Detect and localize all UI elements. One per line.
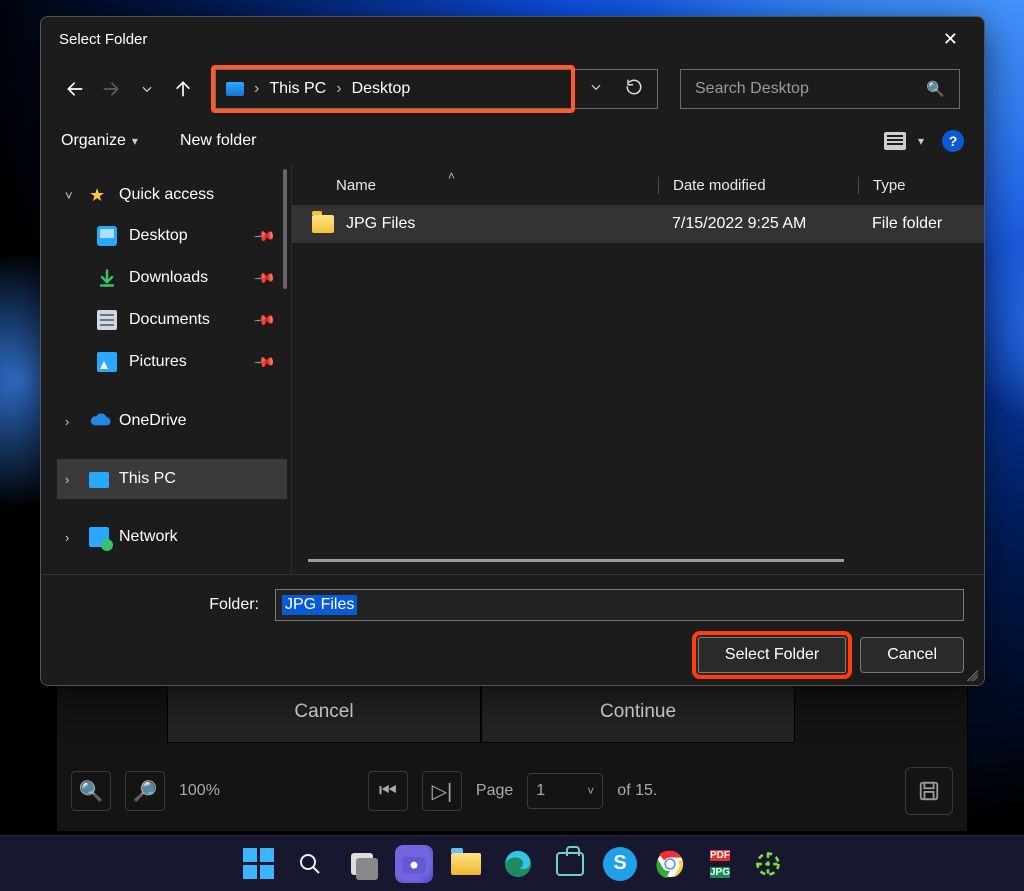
page-total: of 15. xyxy=(617,782,657,800)
cancel-button[interactable]: Cancel xyxy=(860,637,964,673)
address-dropdown-button[interactable] xyxy=(589,80,603,99)
file-explorer-icon[interactable] xyxy=(447,845,485,883)
save-button[interactable] xyxy=(905,767,953,815)
cloud-icon xyxy=(89,411,109,431)
toolbar: Organize▾ New folder ▾ ? xyxy=(41,117,984,165)
dialog-title: Select Folder xyxy=(59,31,147,48)
folder-label: Folder: xyxy=(61,596,261,614)
tree-quick-access[interactable]: ˅ ★ Quick access xyxy=(57,175,287,215)
file-type: File folder xyxy=(858,215,984,233)
file-list-pane: Name ˄ Date modified Type JPG Files 7/15… xyxy=(291,165,984,574)
header-date[interactable]: Date modified xyxy=(658,177,858,194)
address-bar-controls xyxy=(575,69,658,109)
header-name[interactable]: Name ˄ xyxy=(308,177,658,194)
header-type[interactable]: Type xyxy=(858,177,984,194)
nav-up-button[interactable] xyxy=(167,73,199,105)
star-icon: ★ xyxy=(89,185,109,205)
folder-value: JPG Files xyxy=(282,595,357,615)
title-bar[interactable]: Select Folder ✕ xyxy=(41,17,984,61)
network-icon xyxy=(89,527,109,547)
address-bar[interactable]: › This PC › Desktop xyxy=(215,69,571,109)
zoom-in-button[interactable]: 🔍 xyxy=(71,771,111,811)
under-cancel-button[interactable]: Cancel xyxy=(167,681,481,743)
pin-icon: 📌 xyxy=(252,266,276,290)
tree-desktop[interactable]: Desktop 📌 xyxy=(57,215,287,257)
monitor-icon xyxy=(89,472,109,488)
breadcrumb-highlight: › This PC › Desktop xyxy=(211,65,575,113)
folder-input[interactable]: JPG Files xyxy=(275,589,964,621)
file-row[interactable]: JPG Files 7/15/2022 9:25 AM File folder xyxy=(292,205,984,243)
close-icon[interactable]: ✕ xyxy=(935,25,966,54)
file-date: 7/15/2022 9:25 AM xyxy=(658,215,858,233)
chevron-right-icon: › xyxy=(254,80,259,98)
under-continue-button[interactable]: Continue xyxy=(481,681,795,743)
chevron-right-icon: › xyxy=(336,80,341,98)
tree-pictures[interactable]: Pictures 📌 xyxy=(57,341,287,383)
search-input[interactable]: Search Desktop 🔍 xyxy=(680,69,960,109)
thispc-icon xyxy=(226,82,244,96)
file-name: JPG Files xyxy=(346,215,415,233)
document-icon xyxy=(97,310,117,330)
first-page-button[interactable]: ⏮ xyxy=(368,771,408,811)
sort-asc-icon: ˄ xyxy=(448,169,455,183)
breadcrumb-current[interactable]: Desktop xyxy=(352,80,411,98)
edge-icon[interactable] xyxy=(499,845,537,883)
dialog-footer: Folder: JPG Files Select Folder Cancel xyxy=(41,574,984,685)
zoom-level: 100% xyxy=(179,782,220,800)
chevron-right-icon: › xyxy=(65,530,79,545)
pin-icon: 📌 xyxy=(252,350,276,374)
page-stepper[interactable]: 1˅ xyxy=(527,773,603,809)
page-label: Page xyxy=(476,782,513,800)
chevron-right-icon: › xyxy=(65,472,79,487)
horizontal-scrollbar[interactable] xyxy=(308,559,844,562)
nav-bar: › This PC › Desktop Search Desktop 🔍 xyxy=(41,61,984,117)
nav-recent-button[interactable] xyxy=(131,73,163,105)
tree-onedrive[interactable]: › OneDrive xyxy=(57,401,287,441)
search-placeholder: Search Desktop xyxy=(695,80,926,98)
desktop-icon xyxy=(97,226,117,246)
folder-icon xyxy=(312,215,334,233)
tree-documents[interactable]: Documents 📌 xyxy=(57,299,287,341)
list-view-icon xyxy=(884,132,906,150)
task-view-icon[interactable] xyxy=(343,845,381,883)
sidebar-scrollbar[interactable] xyxy=(283,169,287,289)
tree-thispc[interactable]: › This PC xyxy=(57,459,287,499)
pin-icon: 📌 xyxy=(252,224,276,248)
start-button[interactable] xyxy=(239,845,277,883)
download-icon xyxy=(97,268,117,288)
chevron-right-icon: › xyxy=(65,414,79,429)
picture-icon xyxy=(97,352,117,372)
skype-icon[interactable]: S xyxy=(603,847,637,881)
new-folder-button[interactable]: New folder xyxy=(180,132,256,150)
view-mode-button[interactable]: ▾ xyxy=(884,132,924,150)
nav-forward-button[interactable] xyxy=(95,73,127,105)
chrome-icon[interactable] xyxy=(651,845,689,883)
store-icon[interactable] xyxy=(551,845,589,883)
organize-button[interactable]: Organize▾ xyxy=(61,132,138,150)
pdf-to-jpg-icon[interactable]: PDF JPG xyxy=(703,847,737,881)
search-icon: 🔍 xyxy=(926,80,945,98)
tree-network[interactable]: › Network xyxy=(57,517,287,557)
teams-icon[interactable] xyxy=(395,845,433,883)
breadcrumb-root[interactable]: This PC xyxy=(269,80,326,98)
resize-grip-icon[interactable] xyxy=(964,667,978,681)
underlying-app: Cancel Continue 🔍 🔎 100% ⏮ ▷| Page 1˅ of… xyxy=(56,680,968,832)
select-folder-button[interactable]: Select Folder xyxy=(698,637,846,673)
chevron-down-icon: ˅ xyxy=(65,188,79,203)
pin-icon: 📌 xyxy=(252,308,276,332)
nav-back-button[interactable] xyxy=(59,73,91,105)
taskbar-search-icon[interactable] xyxy=(291,845,329,883)
greenshot-icon[interactable] xyxy=(751,847,785,881)
sidebar-tree: ˅ ★ Quick access Desktop 📌 Downloads 📌 D… xyxy=(41,165,291,574)
taskbar: S PDF JPG xyxy=(0,835,1024,891)
next-page-button[interactable]: ▷| xyxy=(422,771,462,811)
zoom-out-button[interactable]: 🔎 xyxy=(125,771,165,811)
refresh-button[interactable] xyxy=(625,78,643,101)
column-headers: Name ˄ Date modified Type xyxy=(292,165,984,205)
help-icon[interactable]: ? xyxy=(942,130,964,152)
tree-downloads[interactable]: Downloads 📌 xyxy=(57,257,287,299)
select-folder-dialog: Select Folder ✕ › This PC › Desktop xyxy=(40,16,985,686)
